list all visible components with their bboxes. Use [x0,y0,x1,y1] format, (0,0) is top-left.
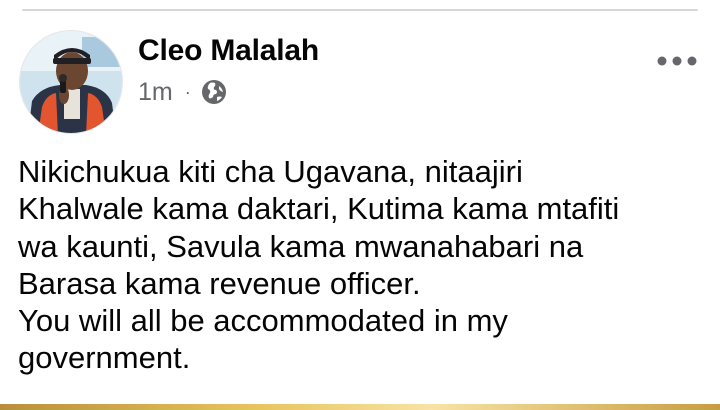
next-post-edge [0,404,720,410]
feed-divider [0,0,720,12]
post-body-text: Nikichukua kiti cha Ugavana, nitaajiri K… [18,154,620,376]
globe-icon[interactable] [201,79,227,105]
avatar[interactable] [19,30,123,134]
post-card: Cleo Malalah 1m · Nikichukua kiti cha Ug… [0,12,720,404]
author-name[interactable]: Cleo Malalah [138,34,319,68]
post-timestamp[interactable]: 1m [138,78,173,107]
more-options-button[interactable] [652,49,702,73]
post-meta: 1m · [138,76,227,108]
profile-photo-icon [20,31,122,133]
meta-separator: · [184,81,191,102]
more-options-icon [657,56,697,66]
